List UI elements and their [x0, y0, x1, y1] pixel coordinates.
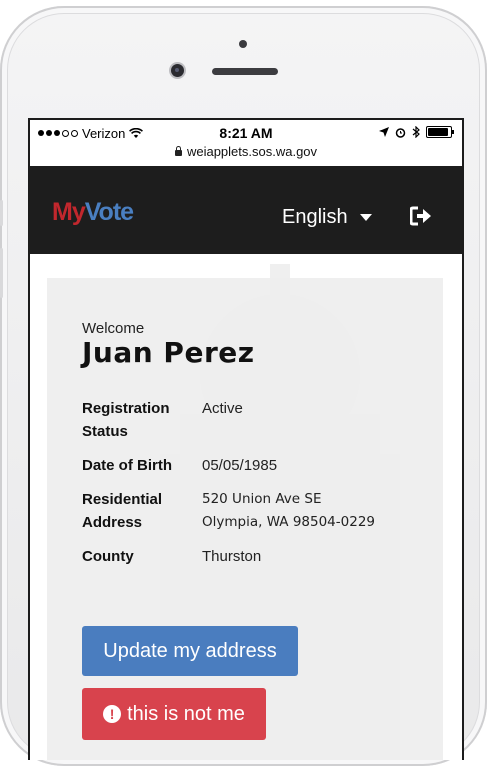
- logo-vote: Vote: [84, 198, 134, 226]
- bluetooth-icon: [412, 126, 420, 138]
- ios-status-bar: Verizon 8:21 AM: [30, 120, 462, 146]
- browser-url-bar[interactable]: weiapplets.sos.wa.gov: [30, 144, 462, 166]
- logo-my: My: [52, 198, 86, 226]
- voter-info-card: Welcome Juan Perez Registration Status A…: [47, 278, 443, 760]
- county-label: County: [82, 548, 134, 565]
- update-address-label: Update my address: [103, 639, 277, 662]
- myvote-logo[interactable]: MyVote: [52, 198, 134, 227]
- url-text: weiapplets.sos.wa.gov: [186, 144, 318, 159]
- residential-address-label: Residential Address: [82, 488, 192, 534]
- app-header: MyVote English: [30, 166, 462, 254]
- registration-status-label: Registration Status: [82, 397, 192, 443]
- phone-screen: Verizon 8:21 AM weiapplets.sos.wa.gov My…: [28, 118, 464, 760]
- date-of-birth-label: Date of Birth: [82, 457, 172, 474]
- welcome-label: Welcome: [82, 320, 145, 337]
- label-line: Residential: [82, 491, 163, 508]
- mute-switch: [0, 200, 3, 226]
- location-arrow-icon: [379, 127, 389, 137]
- county-value: Thurston: [202, 548, 262, 565]
- exclamation-circle-icon: !: [103, 705, 122, 723]
- proximity-sensor: [239, 40, 247, 48]
- address-line: 520 Union Ave SE: [202, 491, 322, 507]
- caret-down-icon: [359, 214, 372, 221]
- language-label: English: [282, 206, 348, 228]
- update-address-button[interactable]: Update my address: [82, 626, 298, 676]
- not-me-button[interactable]: ! this is not me: [82, 688, 266, 740]
- label-line: Address: [82, 514, 143, 531]
- residential-address-value: 520 Union Ave SE Olympia, WA 98504-0229: [202, 488, 375, 534]
- front-camera-icon: [171, 64, 184, 77]
- not-me-label: this is not me: [127, 702, 245, 725]
- registration-status-value: Active: [202, 400, 243, 417]
- alarm-clock-icon: [395, 127, 406, 138]
- sign-out-icon[interactable]: [410, 206, 432, 226]
- battery-icon: [426, 126, 454, 138]
- voter-name: Juan Perez: [82, 336, 255, 369]
- label-line: Registration: [82, 400, 170, 417]
- lock-icon: [174, 146, 182, 156]
- earpiece-speaker: [212, 68, 278, 75]
- language-dropdown[interactable]: English: [282, 206, 372, 229]
- volume-up-button: [0, 248, 3, 298]
- label-line: Status: [82, 423, 128, 440]
- date-of-birth-value: 05/05/1985: [202, 457, 278, 474]
- address-line: Olympia, WA 98504-0229: [202, 514, 376, 530]
- main-content: Welcome Juan Perez Registration Status A…: [30, 254, 462, 760]
